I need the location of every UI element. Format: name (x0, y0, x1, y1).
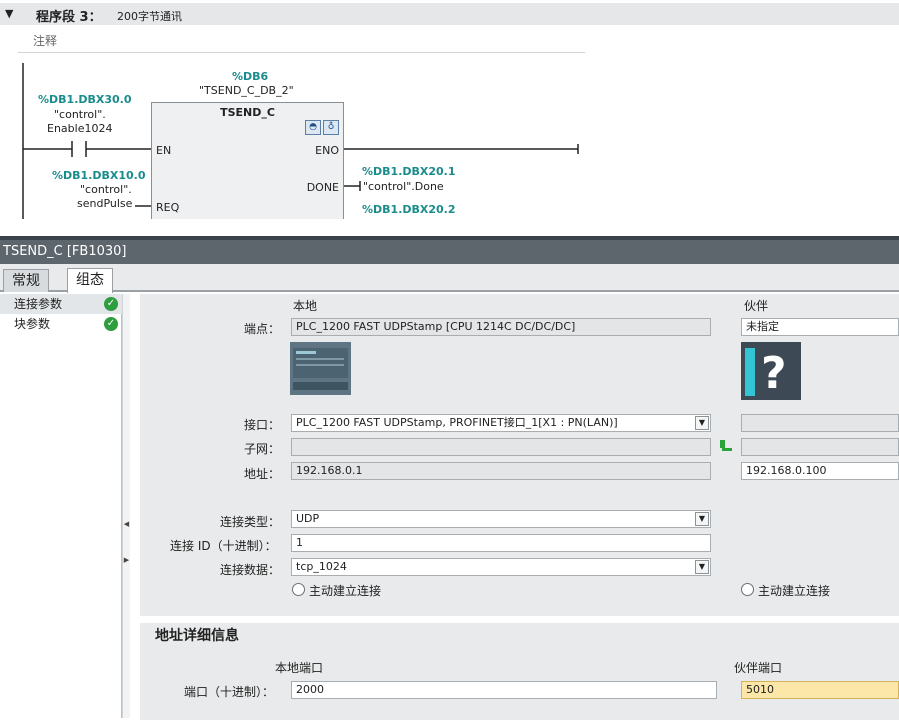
config-nav: 连接参数 ✓ 块参数 ✓ (0, 294, 122, 718)
plc-device-icon (290, 342, 351, 395)
req-address: %DB1.DBX10.0 (52, 169, 146, 182)
interface-local-select[interactable]: PLC_1200 FAST UDPStamp, PROFINET接口_1[X1 … (291, 414, 711, 432)
block-icon-group: ◓ ♁ (305, 120, 339, 135)
address-details-title: 地址详细信息 (155, 628, 239, 644)
connection-type-label: 连接类型： (220, 515, 281, 529)
busy-address: %DB1.DBX20.2 (362, 203, 456, 216)
endpoint-local-field[interactable]: PLC_1200 FAST UDPStamp [CPU 1214C DC/DC/… (291, 318, 711, 336)
column-partner-header: 伙伴 (744, 299, 769, 313)
connection-data-value: tcp_1024 (296, 560, 347, 573)
spacer (0, 219, 899, 236)
connection-id-input[interactable]: 1 (291, 534, 711, 552)
ladder-editor: ▼ 程序段 3： 200字节通讯 注释 %DB1.DBX30.0 "contro… (0, 0, 899, 219)
partner-port-header: 伙伴端口 (734, 661, 783, 675)
connect-icon[interactable]: ◓ (305, 120, 321, 135)
ladder-wires (22, 63, 579, 219)
done-symbol: "control".Done (363, 180, 444, 193)
endpoint-partner-field[interactable]: 未指定 (741, 318, 899, 336)
inspector-window: TSEND_C [FB1030] 常规 组态 连接参数 ✓ 块参数 ✓ ◀ ▶ … (0, 219, 899, 720)
address-label: 地址： (244, 467, 281, 481)
dropdown-arrow-icon[interactable]: ▼ (695, 416, 709, 430)
port-label: 端口（十进制）： (184, 685, 275, 699)
local-port-header: 本地端口 (275, 661, 324, 675)
endpoint-label: 端点： (244, 322, 281, 336)
diagnostic-icon[interactable]: ♁ (323, 120, 339, 135)
pin-done: DONE (306, 181, 339, 194)
inspector-tabs: 常规 组态 (0, 264, 899, 293)
svg-text:?: ? (761, 348, 787, 399)
address-partner-field[interactable]: 192.168.0.100 (741, 462, 899, 480)
active-connection-local-label[interactable]: 主动建立连接 (309, 582, 381, 599)
contact-symbol-line1: "control". (54, 108, 106, 121)
active-connection-partner-radio[interactable] (741, 583, 754, 596)
req-symbol-line1: "control". (80, 183, 132, 196)
subnet-local-field[interactable] (291, 438, 711, 456)
subnet-partner-field[interactable] (741, 438, 899, 456)
pin-req: REQ (156, 201, 180, 214)
contact-address: %DB1.DBX30.0 (38, 93, 132, 106)
nav-item-connection-params[interactable]: 连接参数 ✓ (0, 294, 122, 314)
tsend-c-block[interactable]: TSEND_C ◓ ♁ EN ENO DONE REQ (151, 102, 344, 219)
nav-item-label: 连接参数 (14, 297, 63, 311)
address-local-field[interactable]: 192.168.0.1 (291, 462, 711, 480)
unknown-partner-icon: ? (741, 342, 801, 400)
dropdown-arrow-icon[interactable]: ▼ (695, 512, 709, 526)
connection-data-label: 连接数据： (220, 563, 281, 577)
active-connection-partner-label[interactable]: 主动建立连接 (758, 582, 830, 599)
address-details-section: 地址详细信息 本地端口 伙伴端口 端口（十进制）： 2000 5010 (140, 616, 899, 720)
connection-type-select[interactable]: UDP ▼ (291, 510, 711, 528)
connection-data-select[interactable]: tcp_1024 ▼ (291, 558, 711, 576)
interface-partner-field[interactable] (741, 414, 899, 432)
nav-item-label: 块参数 (14, 317, 51, 331)
pin-en: EN (156, 144, 172, 157)
nav-scrollbar[interactable]: ◀ ▶ (122, 294, 130, 718)
column-local-header: 本地 (293, 299, 318, 313)
req-symbol-line2: sendPulse (77, 197, 133, 210)
scroll-left-arrow-icon[interactable]: ◀ (123, 520, 130, 528)
dropdown-arrow-icon[interactable]: ▼ (695, 560, 709, 574)
tab-general[interactable]: 常规 (3, 269, 49, 292)
check-ok-icon: ✓ (104, 297, 118, 311)
contact-symbol-line2: Enable1024 (47, 122, 113, 135)
endpoint-partner-value: 未指定 (746, 320, 779, 333)
nav-item-block-params[interactable]: 块参数 ✓ (0, 314, 122, 334)
scroll-right-arrow-icon[interactable]: ▶ (123, 556, 130, 564)
subnet-link-icon (720, 440, 732, 451)
check-ok-icon: ✓ (104, 317, 118, 331)
tab-configuration[interactable]: 组态 (67, 268, 113, 293)
connection-id-label: 连接 ID（十进制）： (170, 539, 277, 553)
partner-port-input[interactable]: 5010 (741, 681, 899, 699)
inspector-title: TSEND_C [FB1030] (0, 240, 899, 264)
active-connection-local-radio[interactable] (292, 583, 305, 596)
done-address: %DB1.DBX20.1 (362, 165, 456, 178)
connection-type-value: UDP (296, 512, 320, 525)
subnet-label: 子网： (244, 442, 281, 456)
local-port-input[interactable]: 2000 (291, 681, 717, 699)
pin-eno: ENO (315, 144, 339, 157)
interface-local-value: PLC_1200 FAST UDPStamp, PROFINET接口_1[X1 … (296, 416, 618, 429)
interface-label: 接口： (244, 418, 281, 432)
db-instance-address: %DB6 (232, 70, 269, 83)
db-instance-name[interactable]: "TSEND_C_DB_2" (199, 84, 294, 97)
block-title: TSEND_C (220, 106, 275, 119)
connection-params-panel: 本地 伙伴 端点： PLC_1200 FAST UDPStamp [CPU 12… (140, 294, 899, 720)
